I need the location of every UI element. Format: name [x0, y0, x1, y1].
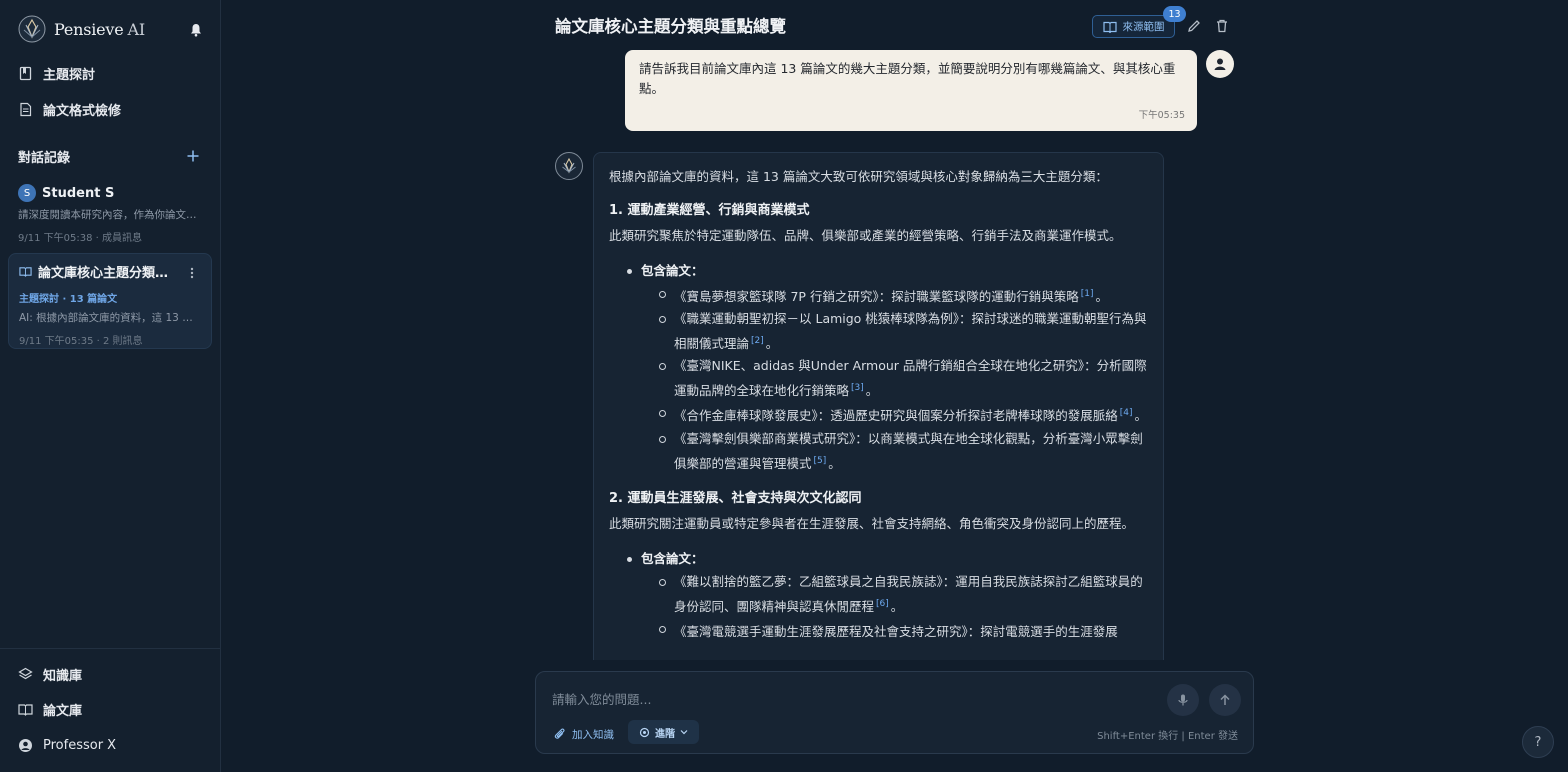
user-message-time: 下午05:35	[1138, 110, 1185, 121]
papers-bullet: 包含論文：	[609, 261, 1149, 281]
microphone-icon	[1178, 694, 1188, 706]
open-book-icon	[19, 267, 32, 277]
user-name: Professor X	[43, 737, 117, 753]
section-heading: 2. 運動員生涯發展、社會支持與次文化認同	[609, 490, 862, 506]
user-message: 請告訴我目前論文庫內這 13 篇論文的幾大主題分類，並簡要說明分別有哪幾篇論文、…	[625, 50, 1197, 131]
ai-intro: 根據內部論文庫的資料，這 13 篇論文大致可依研究領域與核心對象歸納為三大主題分…	[609, 169, 1108, 184]
brand[interactable]: Pensieve AI	[18, 14, 145, 44]
citation-link[interactable]: [3]	[851, 383, 864, 393]
conversation-meta: 9/11 下午05:38 · 成員訊息	[18, 233, 142, 244]
citation-link[interactable]: [5]	[814, 456, 827, 466]
page-title: 論文庫核心主題分類與重點總覽	[555, 17, 786, 36]
user-icon	[1214, 58, 1226, 70]
chevron-down-icon	[680, 730, 688, 735]
ai-avatar	[555, 152, 583, 180]
user-avatar	[1206, 50, 1234, 78]
brand-name: Pensieve AI	[54, 19, 146, 39]
keyboard-hint: Shift+Enter 換行 | Enter 發送	[1097, 731, 1238, 742]
conversation-meta: 9/11 下午05:35 · 2 則訊息	[19, 336, 143, 347]
pensieve-logo-icon	[18, 15, 46, 43]
user-profile[interactable]: Professor X	[18, 734, 116, 756]
ai-message-content: 根據內部論文庫的資料，這 13 篇論文大致可依研究領域與核心對象歸納為三大主題分…	[609, 167, 1149, 643]
nav-knowledge-base[interactable]: 知識庫	[18, 663, 82, 685]
section-description: 此類研究聚焦於特定運動隊伍、品牌、俱樂部或產業的經營策略、行銷手法及商業運作模式…	[609, 228, 1122, 243]
nav-topic-explore[interactable]: 主題探討	[18, 62, 95, 84]
pensieve-logo-icon	[562, 157, 576, 174]
settings-icon	[639, 727, 650, 737]
conversation-name: Student S	[42, 185, 115, 201]
book-open-icon	[1102, 21, 1117, 33]
list-item: 《臺灣NIKE、adidas 與Under Armour 品牌行銷組合全球在地化…	[659, 355, 1149, 402]
conversation-preview: AI: 根據內部論文庫的資料，這 13 篇…	[19, 312, 201, 324]
bell-icon[interactable]	[188, 22, 204, 38]
paper-list: 《難以割捨的籃乙夢：乙組籃球員之自我民族誌》：運用自我民族誌探討乙組籃球員的身份…	[609, 571, 1149, 643]
nav-format-check-label: 論文格式檢修	[43, 103, 122, 119]
voice-input-button[interactable]	[1167, 684, 1199, 716]
nav-topic-explore-label: 主題探討	[43, 67, 96, 83]
list-item: 《臺灣電競選手運動生涯發展歷程及社會支持之研究》：探討電競選手的生涯發展	[659, 618, 1149, 643]
nav-knowledge-base-label: 知識庫	[43, 668, 83, 684]
advanced-options-label: 進階	[655, 728, 675, 740]
list-item: 《臺灣擊劍俱樂部商業模式研究》：以商業模式與在地全球化觀點，分析臺灣小眾擊劍俱樂…	[659, 428, 1149, 475]
citation-link[interactable]: [4]	[1120, 408, 1133, 418]
citation-link[interactable]: [2]	[751, 336, 764, 346]
avatar: S	[18, 184, 36, 202]
more-options-icon[interactable]	[187, 266, 197, 280]
question-input[interactable]	[552, 686, 1152, 712]
conversation-preview: 請深度閱讀本研究內容，作為你論文…	[18, 209, 197, 221]
papers-bullet: 包含論文：	[609, 549, 1149, 569]
arrow-up-icon	[1220, 694, 1230, 705]
nav-paper-library[interactable]: 論文庫	[18, 698, 82, 720]
history-section-header: 對話記錄	[18, 146, 200, 166]
conversation-item[interactable]: S Student S 請深度閱讀本研究內容，作為你論文… 9/11 下午05:…	[8, 176, 212, 246]
section-description: 此類研究關注運動員或特定參與者在生涯發展、社會支持網絡、角色衝突及身份認同上的歷…	[609, 515, 1135, 531]
user-circle-icon	[19, 738, 32, 752]
help-button[interactable]: ?	[1522, 726, 1554, 758]
conversation-name: 論文庫核心主題分類與重點總覽	[38, 266, 179, 281]
history-title: 對話記錄	[18, 150, 71, 166]
book-open-icon	[18, 703, 33, 716]
nav-paper-library-label: 論文庫	[43, 703, 83, 719]
source-range-button[interactable]: 來源範圍	[1092, 15, 1175, 38]
advanced-options-button[interactable]: 進階	[628, 720, 699, 744]
nav-format-check[interactable]: 論文格式檢修	[18, 98, 121, 120]
send-button[interactable]	[1209, 684, 1241, 716]
paper-list: 《寶島夢想家籃球隊 7P 行銷之研究》：探討職業籃球隊的運動行銷與策略 [1]。 …	[609, 283, 1149, 475]
paperclip-icon	[554, 728, 565, 739]
source-count-badge: 13	[1163, 6, 1186, 22]
list-item: 《職業運動朝聖初探－以 Lamigo 桃猿棒球隊為例》：探討球迷的職業運動朝聖行…	[659, 308, 1149, 355]
list-item: 《寶島夢想家籃球隊 7P 行銷之研究》：探討職業籃球隊的運動行銷與策略 [1]。	[659, 283, 1149, 308]
sidebar: PensieveAI 主題探討 論文格式檢修 對話記錄 S Student S	[0, 0, 221, 772]
user-message-text: 請告訴我目前論文庫內這 13 篇論文的幾大主題分類，並簡要說明分別有哪幾篇論文、…	[639, 61, 1176, 96]
list-item: 《合作金庫棒球隊發展史》：透過歷史研究與個案分析探討老牌棒球隊的發展脈絡 [4]。	[659, 402, 1149, 427]
source-range-label: 來源範圍	[1122, 21, 1165, 33]
citation-link[interactable]: [1]	[1081, 289, 1094, 299]
ai-message: 根據內部論文庫的資料，這 13 篇論文大致可依研究領域與核心對象歸納為三大主題分…	[593, 152, 1164, 692]
add-knowledge-label: 加入知識	[572, 728, 614, 741]
layers-icon	[18, 667, 33, 679]
bookmark-book-icon	[19, 66, 32, 80]
list-item: 《難以割捨的籃乙夢：乙組籃球員之自我民族誌》：運用自我民族誌探討乙組籃球員的身份…	[659, 571, 1149, 618]
document-icon	[20, 102, 32, 116]
citation-link[interactable]: [6]	[876, 599, 889, 609]
edit-pencil-icon[interactable]	[1186, 18, 1202, 34]
trash-icon[interactable]	[1214, 18, 1230, 34]
conversation-tag: 主題探討 · 13 篇論文	[19, 294, 118, 305]
add-knowledge-button[interactable]: 加入知識	[553, 724, 614, 744]
conversation-item-active[interactable]: 論文庫核心主題分類與重點總覽 主題探討 · 13 篇論文 AI: 根據內部論文庫…	[8, 253, 212, 349]
plus-icon[interactable]	[186, 149, 200, 163]
section-heading: 1. 運動產業經營、行銷與商業模式	[609, 203, 810, 218]
